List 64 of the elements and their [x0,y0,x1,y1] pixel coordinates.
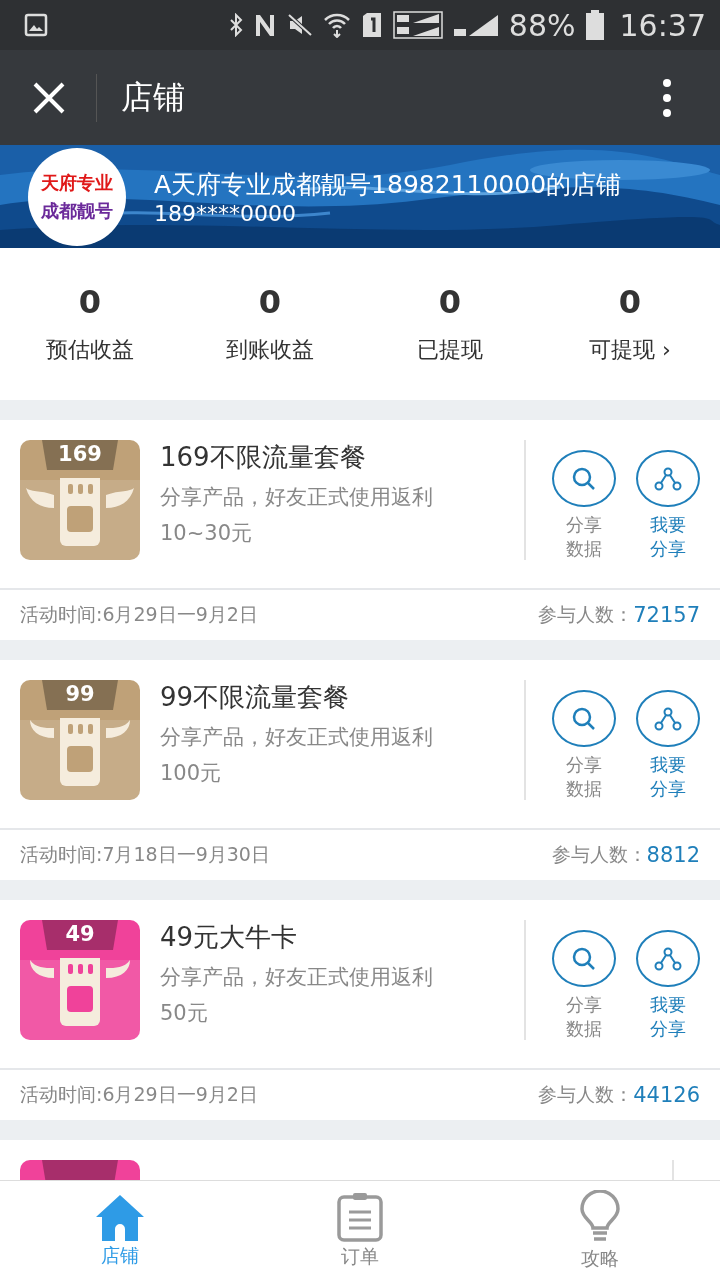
bluetooth-icon [228,13,243,37]
share-button[interactable]: 我要分享 [636,440,700,560]
product-title: 169不限流量套餐 [160,441,367,474]
badge-number: 169 [58,442,102,466]
participants-count: 72157 [633,603,700,627]
product-description: 分享产品，好友正式使用返利 [160,484,434,511]
stat-value: 0 [618,283,642,321]
share-data-button[interactable]: 分享数据 [552,440,616,560]
reward-amount: 10~30元 [160,520,254,547]
share-button[interactable]: 我要分享 [636,680,700,800]
participants-count: 44126 [633,1083,700,1107]
reward-amount: 100元 [160,760,223,787]
product-description: 分享产品，好友正式使用返利 [160,964,434,991]
search-icon [571,465,597,492]
product-title: 49元大牛卡 [160,921,299,954]
search-icon [571,705,597,732]
lightbulb-icon [579,1190,621,1244]
signal-icon [392,11,443,39]
stat-label: 已提现 [417,336,483,364]
wifi-icon [322,12,351,38]
more-icon [662,77,672,118]
stat-value: 0 [78,283,102,321]
battery-percent: 88% [508,7,576,43]
share-icon [654,706,682,731]
nav-tab[interactable]: 订单 [240,1181,480,1280]
search-icon [571,945,597,972]
share-data-button[interactable]: 分享数据 [552,920,616,1040]
clipboard-icon [337,1192,383,1242]
nav-tab[interactable]: 店铺 [0,1181,240,1280]
shop-name: A天府专业成都靓号18982110000的店铺 [154,168,622,201]
badge-number: 99 [65,682,95,706]
participants-label: 参与人数： [551,842,647,867]
badge-number: 49 [65,922,95,946]
page-title: 店铺 [121,76,185,118]
image-icon [24,13,48,37]
reward-amount: 50元 [160,1000,209,1027]
stat-value: 0 [438,283,462,321]
participants-label: 参与人数： [538,602,634,627]
clock-time: 16:37 [619,7,706,43]
shop-phone: 189****0000 [154,200,297,226]
share-data-button[interactable]: 分享数据 [552,680,616,800]
close-icon [32,80,66,115]
stat-label: 预估收益 [46,336,134,364]
activity-period: 活动时间:6月29日一9月2日 [20,602,258,627]
logo-text: 成都靓号 [41,198,113,223]
signal-icon [452,13,499,37]
product-title: 99不限流量套餐 [160,681,351,714]
battery-icon [585,10,604,40]
share-button[interactable]: 我要分享 [636,920,700,1040]
activity-period: 活动时间:7月18日一9月30日 [20,842,270,867]
share-icon [654,946,682,971]
stat-label: 到账收益 [226,336,314,364]
logo-text: 天府专业 [41,170,113,195]
home-icon [94,1193,146,1241]
activity-period: 活动时间:6月29日一9月2日 [20,1082,258,1107]
participants-count: 8812 [646,843,700,867]
product-description: 分享产品，好友正式使用返利 [160,724,434,751]
nav-tab[interactable]: 攻略 [480,1181,720,1280]
mute-icon [286,13,313,37]
participants-label: 参与人数： [538,1082,634,1107]
share-icon [654,466,682,491]
stat-label: 可提现 › [589,336,671,364]
stat-value: 0 [258,283,282,321]
sim-card-icon [360,12,383,38]
